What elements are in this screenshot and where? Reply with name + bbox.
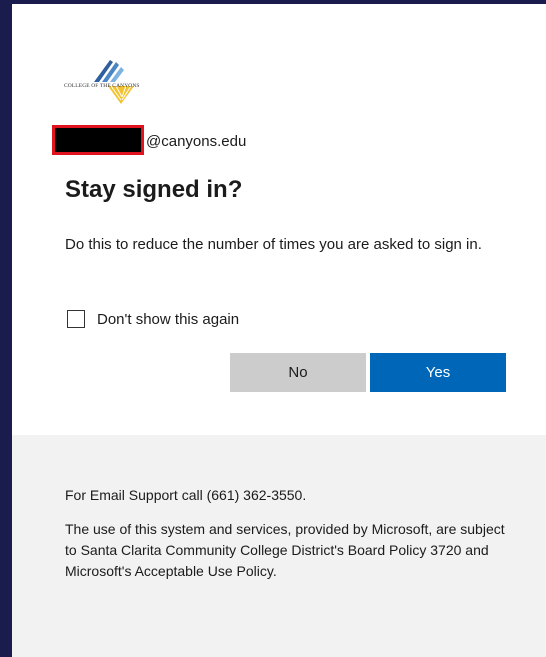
account-identity: @canyons.edu xyxy=(52,124,246,156)
no-button[interactable]: No xyxy=(230,353,366,392)
policy-text: The use of this system and services, pro… xyxy=(65,521,505,579)
support-text: For Email Support call (661) 362-3550. xyxy=(65,487,307,503)
redacted-username xyxy=(52,125,144,155)
dont-show-again-checkbox[interactable] xyxy=(67,310,85,328)
description-text: Do this to reduce the number of times yo… xyxy=(65,236,482,253)
sign-in-card: COLLEGE OF THE CANYONS @canyons.edu Stay… xyxy=(12,4,546,657)
logo-text: COLLEGE OF THE CANYONS xyxy=(64,83,140,89)
dont-show-again-label: Don't show this again xyxy=(97,310,240,328)
dont-show-again-option[interactable]: Don't show this again xyxy=(67,310,239,328)
page-title: Stay signed in? xyxy=(65,176,243,203)
college-logo: COLLEGE OF THE CANYONS xyxy=(64,52,174,114)
yes-button[interactable]: Yes xyxy=(370,353,506,392)
account-domain: @canyons.edu xyxy=(146,132,247,150)
footer-panel: For Email Support call (661) 362-3550. T… xyxy=(12,435,546,657)
